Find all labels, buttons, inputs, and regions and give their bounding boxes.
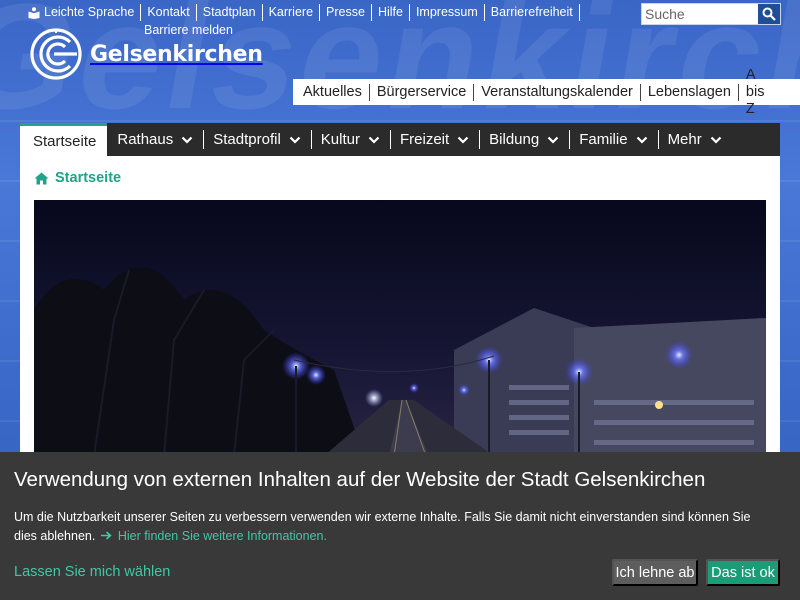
chevron-down-icon	[547, 136, 559, 144]
quick-links: Aktuelles Bürgerservice Veranstaltungska…	[293, 67, 800, 117]
link-kontakt[interactable]: Kontakt	[141, 4, 197, 21]
magnifier-icon	[762, 7, 776, 21]
search-input[interactable]	[642, 4, 758, 24]
nav-item-label: Bildung	[489, 131, 540, 148]
nav-item-label: Mehr	[667, 131, 702, 148]
chevron-down-icon	[289, 136, 301, 144]
link-presse[interactable]: Presse	[320, 4, 372, 21]
nav-item-freizeit[interactable]: Freizeit	[389, 123, 479, 156]
nav-item-rathaus[interactable]: Rathaus	[107, 123, 203, 156]
link-barrierefreiheit[interactable]: Barrierefreiheit	[485, 4, 580, 21]
quick-link-veranstaltungskalender[interactable]: Veranstaltungskalender	[474, 83, 641, 101]
link-impressum[interactable]: Impressum	[410, 4, 485, 21]
cookie-consent-banner: Verwendung von externen Inhalten auf der…	[0, 452, 800, 600]
logo-text: Gelsenkirchen	[90, 41, 263, 67]
search-box	[641, 3, 781, 25]
link-stadtplan[interactable]: Stadtplan	[197, 4, 263, 21]
quick-link-lebenslagen[interactable]: Lebenslagen	[641, 83, 739, 101]
link-karriere[interactable]: Karriere	[263, 4, 321, 21]
more-info-label: Hier finden Sie weitere Informationen.	[117, 529, 327, 543]
breadcrumb: Startseite	[34, 170, 121, 186]
chevron-down-icon	[636, 136, 647, 144]
hero-image-graphic	[34, 200, 766, 456]
main-navigation: Startseite Rathaus Stadtprofil Kultur Fr…	[20, 123, 780, 156]
nav-item-label: Freizeit	[399, 131, 450, 148]
quick-link-a-bis-z[interactable]: A bis Z	[739, 67, 800, 118]
book-reader-icon	[28, 6, 40, 19]
breadcrumb-link-startseite[interactable]: Startseite	[55, 170, 121, 186]
more-info-link[interactable]: Hier finden Sie weitere Informationen.	[100, 529, 327, 543]
link-leichte-sprache[interactable]: Leichte Sprache	[28, 4, 142, 21]
link-hilfe[interactable]: Hilfe	[372, 4, 410, 21]
nav-item-label: Startseite	[33, 132, 97, 150]
chevron-down-icon	[181, 136, 193, 144]
chevron-down-icon	[368, 136, 380, 144]
nav-item-label: Rathaus	[117, 131, 174, 148]
arrow-right-icon	[100, 531, 112, 540]
search-button[interactable]	[758, 4, 780, 24]
nav-item-label: Kultur	[320, 131, 360, 148]
cookie-title: Verwendung von externen Inhalten auf der…	[14, 468, 706, 491]
main-content: Startseite	[20, 156, 780, 456]
choose-settings-link[interactable]: Lassen Sie mich wählen	[14, 564, 170, 580]
decline-button[interactable]: Ich lehne ab	[612, 559, 698, 586]
accept-button[interactable]: Das ist ok	[706, 559, 780, 586]
nav-item-familie[interactable]: Familie	[569, 123, 657, 156]
nav-item-label: Familie	[579, 131, 628, 148]
nav-item-kultur[interactable]: Kultur	[310, 123, 390, 156]
hero-image-night-street	[34, 200, 766, 456]
nav-item-mehr[interactable]: Mehr	[657, 123, 732, 156]
link-label: Leichte Sprache	[44, 5, 135, 19]
quick-link-aktuelles[interactable]: Aktuelles	[296, 83, 370, 101]
chevron-down-icon	[710, 136, 722, 144]
chevron-down-icon	[457, 136, 469, 144]
nav-item-bildung[interactable]: Bildung	[479, 123, 569, 156]
nav-item-stadtprofil[interactable]: Stadtprofil	[203, 123, 311, 156]
home-icon	[34, 172, 49, 184]
quick-link-buergerservice[interactable]: Bürgerservice	[370, 83, 475, 101]
site-logo[interactable]: Gelsenkirchen	[30, 28, 263, 80]
gelsenkirchen-logo-icon	[30, 28, 82, 80]
nav-item-startseite[interactable]: Startseite	[20, 123, 108, 156]
nav-item-label: Stadtprofil	[213, 131, 281, 148]
cookie-text: Um die Nutzbarkeit unserer Seiten zu ver…	[14, 508, 774, 546]
